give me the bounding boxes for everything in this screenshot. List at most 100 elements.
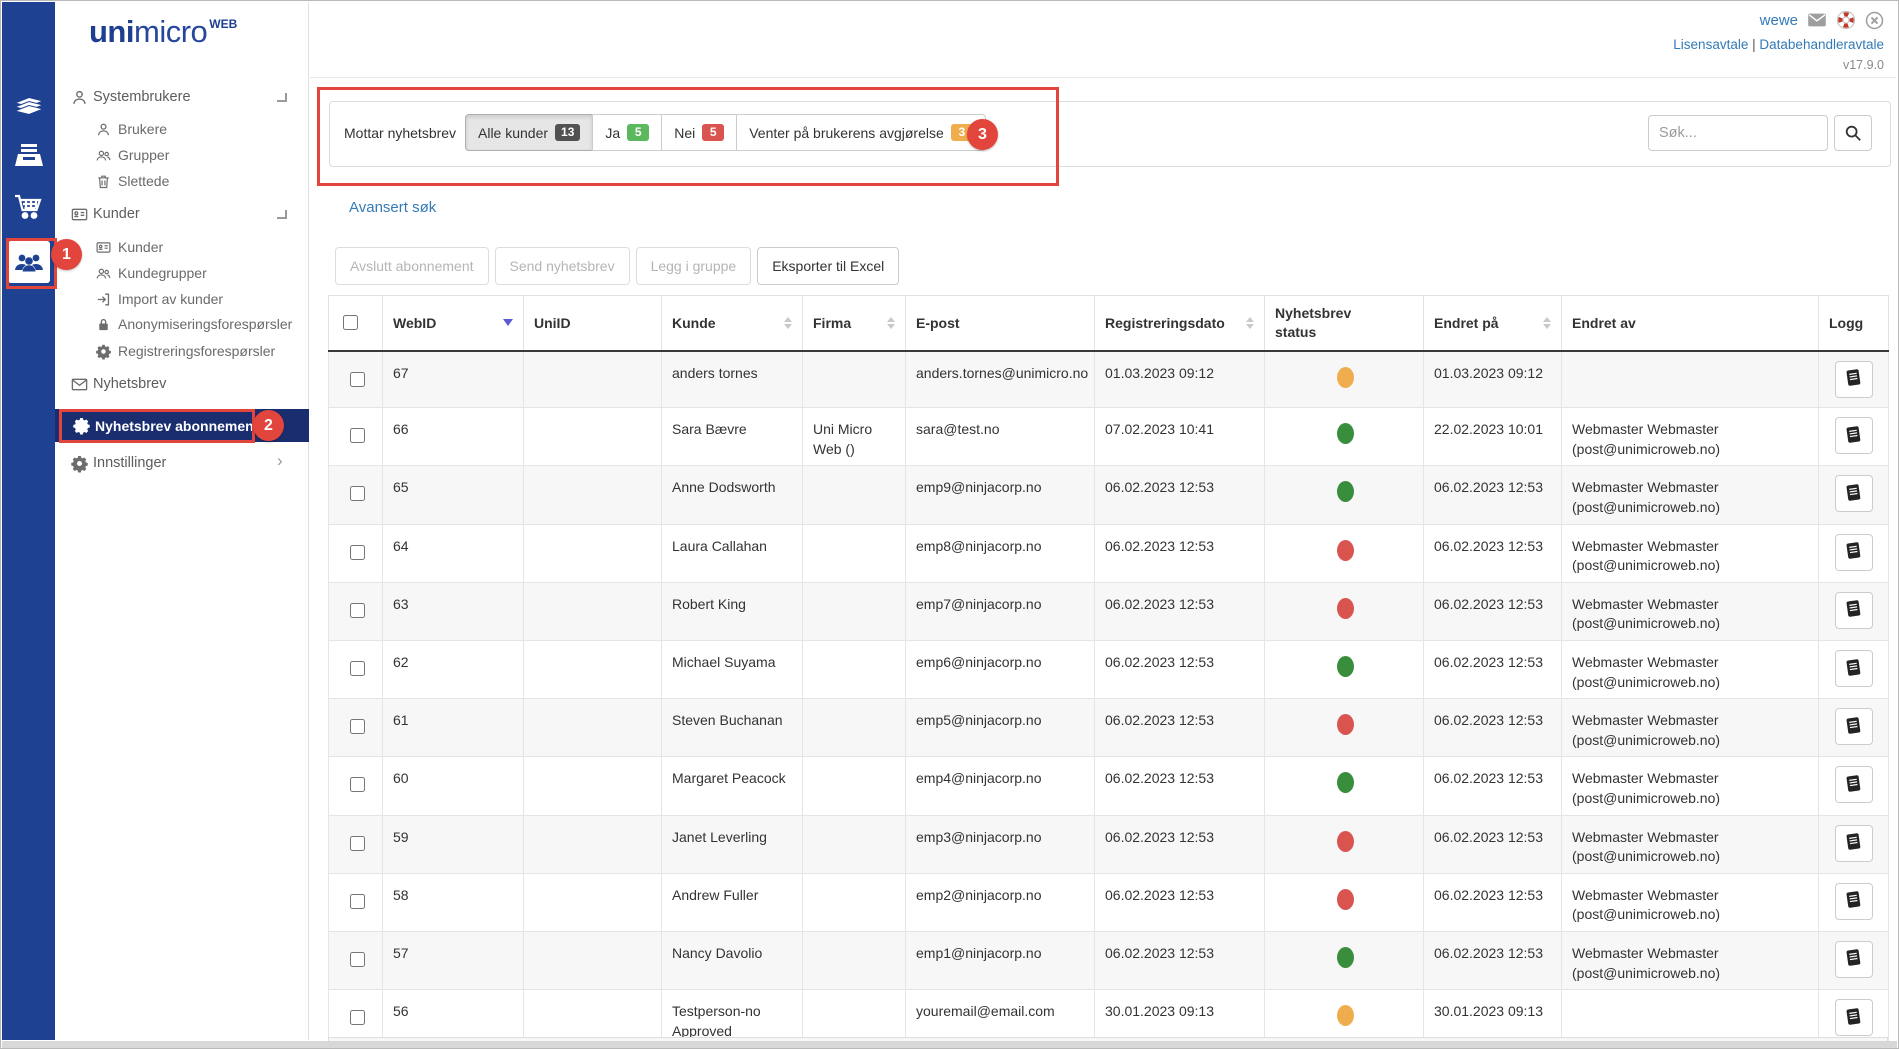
customers-rail-item-active[interactable] — [8, 241, 50, 283]
column-header-uniid: UniID — [524, 296, 662, 351]
select-row-checkbox[interactable] — [350, 952, 365, 967]
log-button[interactable] — [1835, 361, 1873, 398]
subscriptions-table: WebIDUniIDKundeFirmaE-postRegistreringsd… — [328, 295, 1889, 1048]
registrert-cell: 06.02.2023 12:53 — [1095, 699, 1265, 757]
search-button[interactable] — [1834, 115, 1872, 151]
log-button[interactable] — [1835, 708, 1873, 745]
select-row-checkbox[interactable] — [350, 836, 365, 851]
license-agreement-link[interactable]: Lisensavtale — [1673, 37, 1748, 52]
log-button[interactable] — [1835, 475, 1873, 512]
column-header-endret-p[interactable]: Endret på — [1424, 296, 1562, 351]
select-row-checkbox[interactable] — [350, 428, 365, 443]
select-row-checkbox[interactable] — [350, 603, 365, 618]
select-row-checkbox[interactable] — [350, 777, 365, 792]
select-row-checkbox[interactable] — [350, 661, 365, 676]
filter-button-alle-kunder[interactable]: Alle kunder13 — [465, 114, 593, 151]
sort-toggle-icon[interactable] — [784, 317, 792, 329]
column-header-endret-av: Endret av — [1562, 296, 1819, 351]
log-button[interactable] — [1835, 999, 1873, 1036]
newsletter-status-cell — [1265, 641, 1424, 699]
sidebar-item-kunder[interactable]: Kunder — [55, 201, 308, 227]
filter-button-venter-p-brukerens-avgj-relse[interactable]: Venter på brukerens avgjørelse3 — [736, 114, 986, 151]
action-button-send-nyhetsbrev[interactable]: Send nyhetsbrev — [495, 247, 630, 285]
select-row-checkbox[interactable] — [350, 894, 365, 909]
shopping-cart-icon[interactable] — [13, 190, 45, 222]
newsletter-status-cell — [1265, 466, 1424, 524]
sidebar-item-innstillinger[interactable]: Innstillinger› — [55, 450, 308, 476]
log-button[interactable] — [1835, 825, 1873, 862]
uniid-cell — [524, 699, 662, 757]
newsletter-status-cell — [1265, 351, 1424, 408]
action-button-eksporter-til-excel[interactable]: Eksporter til Excel — [757, 247, 899, 285]
advanced-search-link[interactable]: Avansert søk — [349, 199, 436, 216]
log-button[interactable] — [1835, 650, 1873, 687]
select-row-checkbox[interactable] — [350, 372, 365, 387]
customers-group-icon — [13, 246, 45, 278]
action-button-legg-i-gruppe[interactable]: Legg i gruppe — [636, 247, 752, 285]
sidebar-item-grupper[interactable]: Grupper — [55, 142, 308, 168]
lock-icon — [95, 316, 112, 333]
column-header-checkbox[interactable] — [329, 296, 383, 351]
row-checkbox-cell — [329, 466, 383, 524]
username-link[interactable]: wewe — [1760, 12, 1798, 29]
column-header-label: Nyhetsbrev status — [1275, 304, 1367, 342]
select-all-checkbox[interactable] — [343, 315, 358, 330]
sidebar-item-registreringsforesp-rsler[interactable]: Registreringsforespørsler — [55, 338, 308, 364]
logo-sup: WEB — [209, 17, 237, 31]
endret_av-cell: Webmaster Webmaster (post@unimicroweb.no… — [1562, 931, 1819, 989]
filter-button-ja[interactable]: Ja5 — [592, 114, 662, 151]
action-button-avslutt-abonnement[interactable]: Avslutt abonnement — [335, 247, 489, 285]
column-header-firma[interactable]: Firma — [803, 296, 906, 351]
row-checkbox-cell — [329, 524, 383, 582]
horizontal-scrollbar[interactable] — [2, 1041, 1897, 1048]
sidebar-item-kunder[interactable]: Kunder — [55, 234, 308, 260]
sort-toggle-icon[interactable] — [887, 317, 895, 329]
search-input[interactable] — [1648, 115, 1828, 151]
table-row: 61Steven Buchananemp5@ninjacorp.no06.02.… — [329, 699, 1889, 757]
table-row: 66Sara BævreUni Micro Web ()sara@test.no… — [329, 408, 1889, 466]
help-lifebuoy-icon[interactable] — [1836, 10, 1856, 30]
column-header-registreringsdato[interactable]: Registreringsdato — [1095, 296, 1265, 351]
filter-button-label: Ja — [605, 125, 620, 141]
select-row-checkbox[interactable] — [350, 719, 365, 734]
log-button[interactable] — [1835, 417, 1873, 454]
endret_pa-cell: 06.02.2023 12:53 — [1424, 757, 1562, 815]
logg-cell — [1819, 699, 1889, 757]
table-row: 60Margaret Peacockemp4@ninjacorp.no06.02… — [329, 757, 1889, 815]
gear-icon — [72, 416, 91, 435]
documents-icon[interactable] — [13, 86, 45, 118]
log-button[interactable] — [1835, 883, 1873, 920]
sort-toggle-icon[interactable] — [1543, 317, 1551, 329]
registrert-cell: 06.02.2023 12:53 — [1095, 757, 1265, 815]
sidebar-item-brukere[interactable]: Brukere — [55, 116, 308, 142]
select-row-checkbox[interactable] — [350, 1010, 365, 1025]
kunde-cell: Margaret Peacock — [662, 757, 803, 815]
log-button[interactable] — [1835, 534, 1873, 571]
unimicro-logo[interactable]: unimicroWEB — [89, 14, 237, 50]
sidebar-item-nyhetsbrev[interactable]: Nyhetsbrev — [55, 371, 308, 397]
log-book-icon — [1846, 717, 1861, 737]
select-row-checkbox[interactable] — [350, 486, 365, 501]
filter-button-nei[interactable]: Nei5 — [661, 114, 737, 151]
close-circle-icon[interactable] — [1865, 11, 1884, 30]
log-button[interactable] — [1835, 592, 1873, 629]
sidebar-item-kundegrupper[interactable]: Kundegrupper — [55, 260, 308, 286]
status-dot-red — [1337, 598, 1354, 619]
webid-cell: 65 — [383, 466, 524, 524]
sidebar-item-import-av-kunder[interactable]: Import av kunder — [55, 286, 308, 312]
sidebar-item-slettede[interactable]: Slettede — [55, 168, 308, 194]
sort-toggle-icon[interactable] — [1246, 317, 1254, 329]
column-header-webid[interactable]: WebID — [383, 296, 524, 351]
sort-desc-icon[interactable] — [503, 319, 513, 326]
annotation-step-1: 1 — [51, 239, 82, 270]
column-header-kunde[interactable]: Kunde — [662, 296, 803, 351]
sidebar-item-anonymiseringsforesp-rsler[interactable]: Anonymiseringsforespørsler — [55, 311, 308, 337]
mail-icon[interactable] — [1807, 12, 1827, 28]
log-button[interactable] — [1835, 941, 1873, 978]
sidebar-item-systembrukere[interactable]: Systembrukere — [55, 84, 308, 110]
log-button[interactable] — [1835, 766, 1873, 803]
data-processing-agreement-link[interactable]: Databehandleravtale — [1759, 37, 1884, 52]
select-row-checkbox[interactable] — [350, 545, 365, 560]
filter-count-badge: 13 — [555, 124, 580, 141]
archive-printer-icon[interactable] — [13, 140, 45, 172]
